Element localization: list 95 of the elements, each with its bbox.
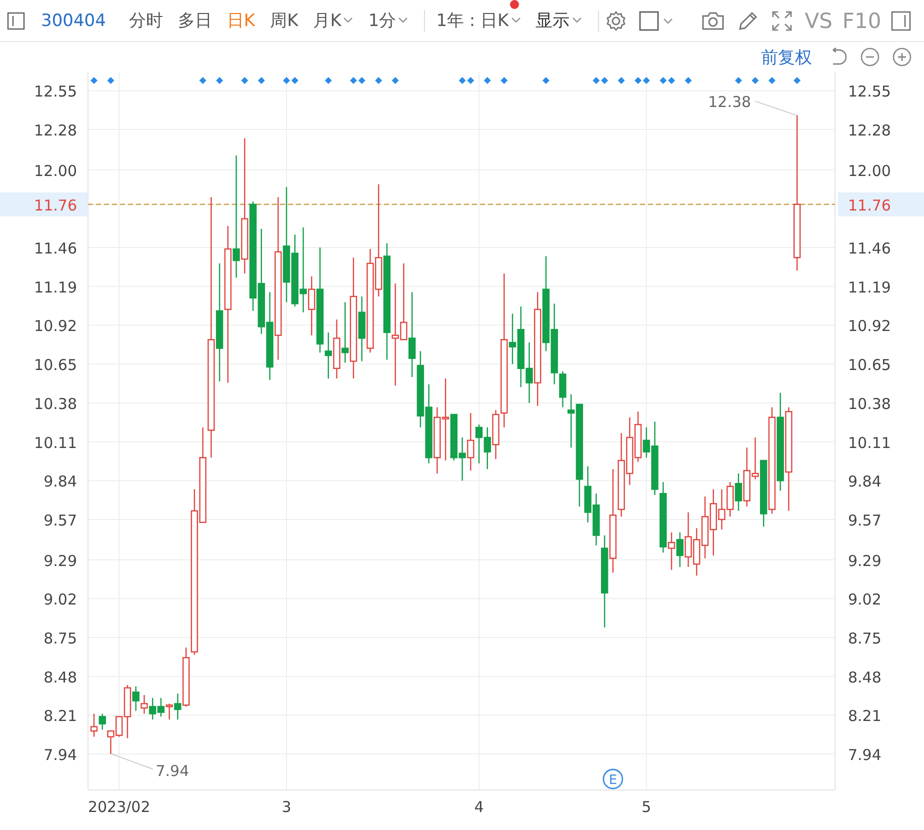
event-marker-icon[interactable]	[542, 77, 550, 84]
event-marker-icon[interactable]	[358, 77, 366, 84]
axis-label: 10.11	[848, 434, 891, 452]
axis-label: 9.29	[44, 552, 77, 570]
event-marker-icon[interactable]	[660, 77, 667, 84]
axis-label: 10.65	[34, 356, 77, 374]
axis-label: 8.48	[848, 668, 882, 686]
axis-label: 9.02	[44, 590, 77, 609]
camera-icon[interactable]	[700, 10, 725, 30]
event-marker-icon[interactable]	[752, 77, 759, 84]
caret-icon	[510, 17, 521, 24]
square-dropdown-icon[interactable]	[638, 10, 675, 32]
axis-label: 7.94	[44, 746, 77, 764]
period-tab[interactable]: 1分	[363, 9, 414, 32]
event-marker-icon[interactable]	[735, 77, 742, 84]
event-marker-icon[interactable]	[684, 77, 692, 84]
axis-label: 4	[474, 798, 484, 816]
event-marker-icon[interactable]	[199, 77, 206, 84]
event-marker-icon[interactable]	[668, 77, 676, 84]
axis-label: 11.19	[848, 278, 891, 296]
event-marker-icon[interactable]	[283, 77, 290, 84]
range-dropdown[interactable]: 1年 : 日K	[431, 9, 526, 32]
axis-label: 9.29	[848, 552, 882, 570]
event-marker-icon[interactable]	[258, 77, 265, 84]
stock-code[interactable]: 300404	[41, 10, 106, 30]
axis-label: 9.84	[848, 472, 882, 491]
side-panel-icon[interactable]	[891, 10, 912, 30]
period-tab[interactable]: 月K	[308, 9, 358, 32]
event-marker-icon[interactable]	[350, 77, 357, 84]
event-marker-icon[interactable]	[90, 77, 98, 84]
event-marker-icon[interactable]	[291, 77, 298, 84]
axis-label: 10.38	[34, 394, 77, 413]
event-marker-icon[interactable]	[634, 77, 642, 84]
axis-label: 9.57	[44, 512, 77, 530]
y-tick-label: 11.76	[34, 196, 77, 214]
settings-icon[interactable]	[604, 10, 627, 32]
sidebar-toggle-icon[interactable]	[7, 12, 25, 30]
event-marker-icon[interactable]	[794, 77, 801, 84]
event-marker-icon[interactable]	[458, 77, 466, 84]
event-marker-icon[interactable]	[768, 77, 776, 84]
leader-line	[111, 754, 154, 770]
axis-label: 8.48	[44, 668, 77, 686]
axis-label: 12.55	[848, 82, 891, 101]
event-marker-icon[interactable]	[484, 77, 491, 84]
event-marker-icon[interactable]	[324, 77, 332, 84]
leader-line	[754, 100, 797, 116]
axis-label: 10.65	[848, 356, 891, 374]
event-marker-icon[interactable]	[601, 77, 608, 84]
axis-label: 10.11	[34, 434, 77, 452]
axis-label: 8.75	[44, 629, 77, 648]
event-marker-icon[interactable]	[375, 77, 382, 84]
axis-label: 3	[282, 798, 292, 816]
zoom-in-icon[interactable]	[892, 47, 912, 67]
period-tab[interactable]: 多日	[172, 9, 217, 32]
axis-label: 11.46	[34, 240, 77, 258]
min-price-label: 7.94	[156, 762, 190, 780]
event-marker-icon[interactable]	[392, 77, 399, 84]
event-marker-icon[interactable]	[592, 77, 600, 84]
axis-label: 9.02	[848, 590, 882, 609]
adjust-mode-link[interactable]: 前复权	[761, 46, 812, 68]
max-price-label: 12.38	[708, 93, 752, 112]
axis-label: 8.75	[848, 629, 882, 648]
event-marker-icon[interactable]	[642, 77, 650, 84]
event-marker-icon[interactable]	[241, 77, 248, 84]
axis-label: 12.00	[848, 162, 891, 180]
axis-label: 5	[642, 798, 652, 816]
axis-label: 7.94	[848, 746, 882, 764]
event-marker-icon[interactable]	[467, 77, 474, 84]
current-price-label: 11.76	[838, 192, 924, 216]
event-marker-icon[interactable]	[216, 77, 224, 84]
event-marker-icon[interactable]	[107, 77, 114, 84]
axis-label: 11.19	[34, 278, 77, 296]
axis-label: 9.57	[848, 512, 882, 530]
axis-label: 9.84	[44, 472, 77, 491]
axis-label: 12.28	[34, 122, 77, 140]
event-marker-icon[interactable]	[618, 77, 625, 84]
period-tab[interactable]: 分时	[124, 9, 168, 32]
display-dropdown[interactable]: 显示	[530, 9, 587, 32]
axis-label: 12.28	[848, 122, 891, 140]
period-tab[interactable]: 周K	[265, 9, 304, 32]
axis-label: 12.00	[34, 162, 77, 180]
axis-label: 10.92	[848, 317, 891, 336]
axis-label: 10.92	[34, 317, 77, 336]
event-marker-icon[interactable]	[500, 77, 508, 84]
caret-icon	[572, 17, 582, 24]
axis-label: 11.46	[848, 240, 891, 258]
zoom-out-icon[interactable]	[860, 47, 880, 67]
axis-label: 10.38	[848, 394, 891, 413]
axis-label: 8.21	[848, 707, 882, 726]
fullscreen-icon[interactable]	[770, 10, 793, 32]
pencil-icon[interactable]	[736, 10, 759, 32]
axis-label: 2023/02	[88, 798, 150, 816]
axis-label: 12.55	[34, 82, 77, 101]
current-price-label: 11.76	[0, 192, 88, 216]
axis-label: 8.21	[44, 707, 77, 726]
